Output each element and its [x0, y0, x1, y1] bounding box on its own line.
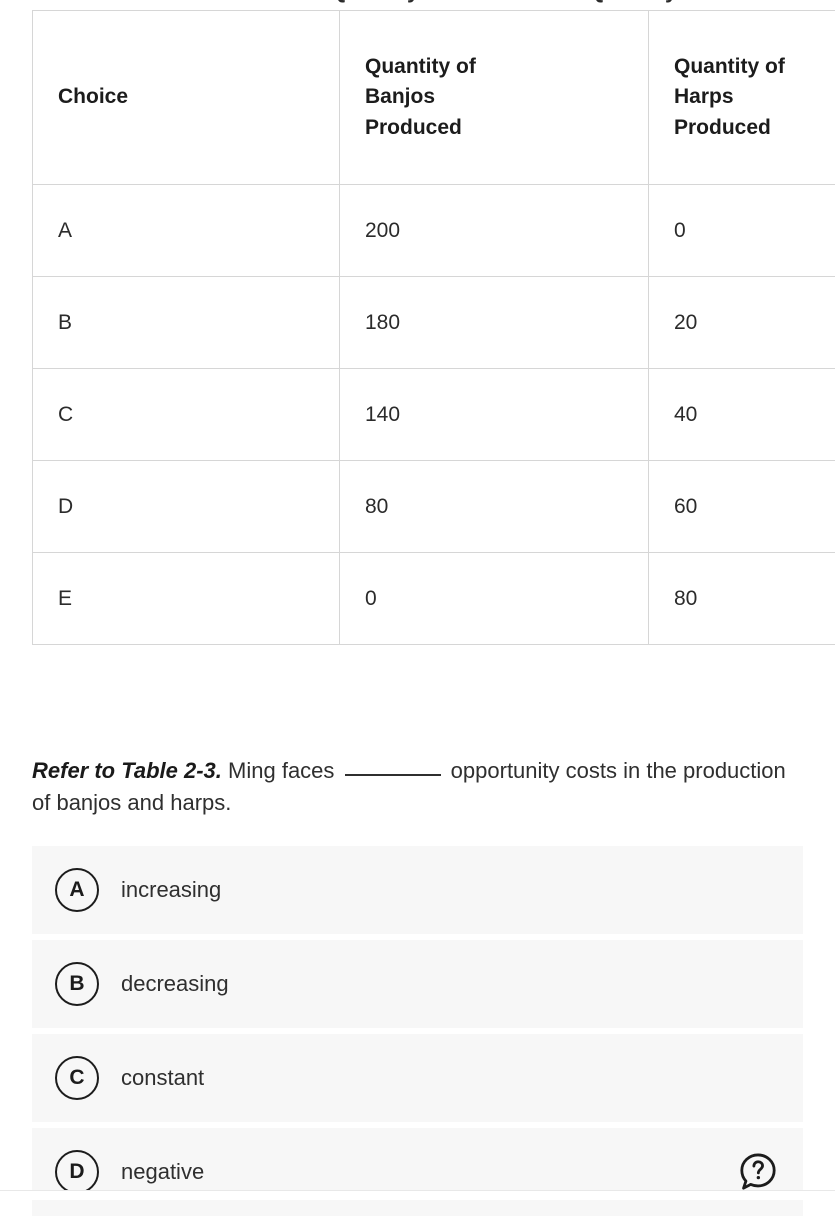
- cell-choice: D: [33, 461, 340, 553]
- cell-choice: C: [33, 369, 340, 461]
- option-letter-badge-b: B: [55, 962, 99, 1006]
- production-possibilities-table: Choice Quantity of Banjos Produced Quant…: [32, 10, 835, 645]
- option-letter-badge-a: A: [55, 868, 99, 912]
- answer-options-list: A increasing B decreasing C constant D n…: [32, 846, 803, 1222]
- column-header-harps-line-2: Harps: [674, 82, 835, 112]
- cell-choice: E: [33, 553, 340, 645]
- question-text-before-blank: Ming faces: [228, 758, 334, 783]
- cell-choice: A: [33, 185, 340, 277]
- help-question-mark-icon[interactable]: [737, 1151, 779, 1193]
- cell-banjos: 0: [340, 553, 649, 645]
- column-header-banjos-line-2: Banjos: [365, 82, 623, 112]
- column-header-choice-line-1: Choice: [58, 82, 314, 112]
- production-possibilities-table-container: Choice Quantity of Banjos Produced Quant…: [32, 10, 803, 645]
- answer-option-c[interactable]: C constant: [32, 1034, 803, 1122]
- table-row: D 80 60: [33, 461, 835, 553]
- cell-harps: 20: [649, 277, 835, 369]
- cell-banjos: 80: [340, 461, 649, 553]
- option-label-b: decreasing: [121, 971, 229, 997]
- table-body: A 200 0 B 180 20 C 140 40 D 80 60 E 0: [33, 185, 835, 645]
- clipped-text-above: Quantity of Quantity of: [0, 0, 835, 4]
- cell-choice: B: [33, 277, 340, 369]
- cell-harps: 80: [649, 553, 835, 645]
- column-header-banjos-line-1: Quantity of: [365, 52, 623, 82]
- cell-harps: 40: [649, 369, 835, 461]
- column-header-harps: Quantity of Harps Produced: [649, 11, 835, 185]
- option-letter-badge-c: C: [55, 1056, 99, 1100]
- column-header-banjos: Quantity of Banjos Produced: [340, 11, 649, 185]
- question-prompt: Refer to Table 2-3. Ming faces opportuni…: [32, 755, 792, 819]
- column-header-choice: Choice: [33, 11, 340, 185]
- option-label-c: constant: [121, 1065, 204, 1091]
- option-label-d: negative: [121, 1159, 204, 1185]
- option-label-a: increasing: [121, 877, 221, 903]
- table-row: A 200 0: [33, 185, 835, 277]
- cell-banjos: 140: [340, 369, 649, 461]
- answer-option-b[interactable]: B decreasing: [32, 940, 803, 1028]
- cell-harps: 0: [649, 185, 835, 277]
- question-blank: [345, 774, 441, 776]
- column-header-harps-line-3: Produced: [674, 113, 835, 143]
- answer-option-a[interactable]: A increasing: [32, 846, 803, 934]
- cell-banjos: 200: [340, 185, 649, 277]
- option-letter-badge-d: D: [55, 1150, 99, 1194]
- table-header-row: Choice Quantity of Banjos Produced Quant…: [33, 11, 835, 185]
- table-row: E 0 80: [33, 553, 835, 645]
- answer-option-d[interactable]: D negative: [32, 1128, 803, 1216]
- table-row: B 180 20: [33, 277, 835, 369]
- cell-harps: 60: [649, 461, 835, 553]
- cell-banjos: 180: [340, 277, 649, 369]
- page-bottom-edge: [0, 1190, 835, 1200]
- question-reference: Refer to Table 2-3.: [32, 758, 222, 783]
- table-header: Choice Quantity of Banjos Produced Quant…: [33, 11, 835, 185]
- table-row: C 140 40: [33, 369, 835, 461]
- column-header-banjos-line-3: Produced: [365, 113, 623, 143]
- column-header-harps-line-1: Quantity of: [674, 52, 835, 82]
